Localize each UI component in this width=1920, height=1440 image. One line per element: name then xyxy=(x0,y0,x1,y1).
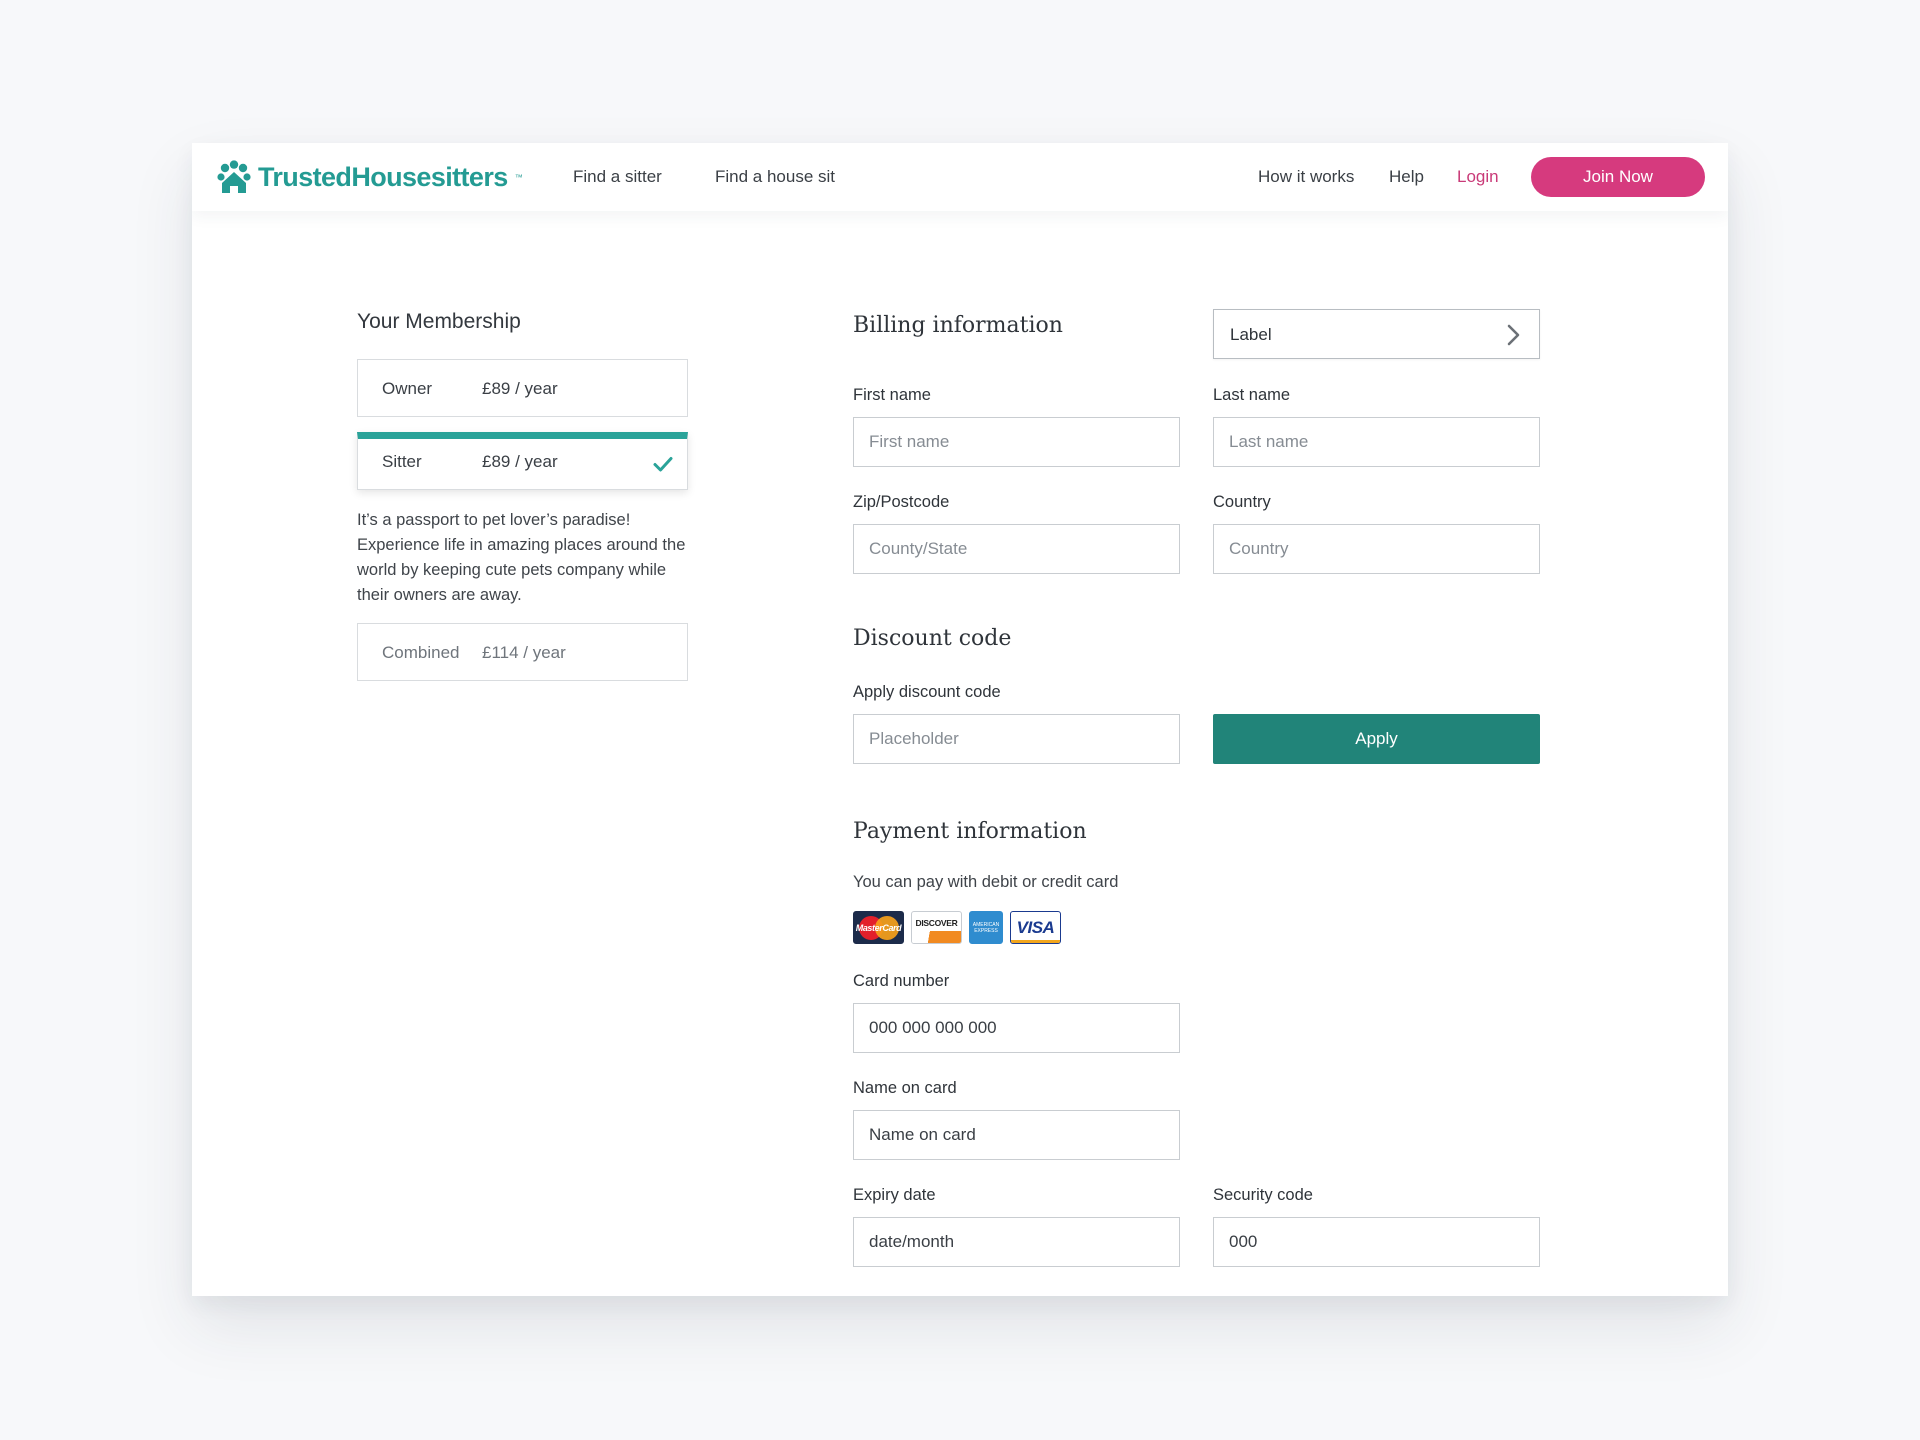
country-input[interactable] xyxy=(1213,524,1540,574)
page-frame: TrustedHousesitters ™ Find a sitter Find… xyxy=(192,143,1728,1296)
label-select-value: Label xyxy=(1230,325,1272,344)
plan-price: £89 / year xyxy=(482,379,558,398)
expiry-input[interactable] xyxy=(853,1217,1180,1267)
card-logos: MasterCard DISCOVER AMERICAN EXPRESS VIS… xyxy=(853,911,1061,944)
paw-house-icon xyxy=(217,160,251,193)
membership-title: Your Membership xyxy=(357,310,521,333)
card-number-input[interactable] xyxy=(853,1003,1180,1053)
security-code-label: Security code xyxy=(1213,1186,1313,1204)
nav-find-sitter[interactable]: Find a sitter xyxy=(573,167,662,187)
discover-icon: DISCOVER xyxy=(911,911,962,944)
visa-icon: VISA xyxy=(1010,911,1061,944)
check-icon xyxy=(653,457,673,472)
logo-trademark: ™ xyxy=(514,172,523,182)
logo[interactable]: TrustedHousesitters ™ xyxy=(216,157,523,197)
discover-text: DISCOVER xyxy=(915,918,958,928)
top-nav: TrustedHousesitters ™ Find a sitter Find… xyxy=(192,143,1728,211)
apply-button[interactable]: Apply xyxy=(1213,714,1540,764)
first-name-label: First name xyxy=(853,386,931,404)
join-now-button[interactable]: Join Now xyxy=(1531,157,1705,197)
plan-owner[interactable]: Owner £89 / year xyxy=(357,359,688,417)
name-on-card-input[interactable] xyxy=(853,1110,1180,1160)
plan-name: Combined xyxy=(382,643,460,662)
plan-sitter[interactable]: Sitter £89 / year xyxy=(357,432,688,490)
plan-description: It’s a passport to pet lover’s paradise!… xyxy=(357,511,686,604)
plan-combined[interactable]: Combined £114 / year xyxy=(357,623,688,681)
country-label: Country xyxy=(1213,493,1271,511)
zip-input[interactable] xyxy=(853,524,1180,574)
last-name-input[interactable] xyxy=(1213,417,1540,467)
card-number-label: Card number xyxy=(853,972,950,990)
mastercard-icon: MasterCard xyxy=(853,911,904,944)
visa-text: VISA xyxy=(1016,918,1055,937)
discount-input[interactable] xyxy=(853,714,1180,764)
billing-title: Billing information xyxy=(853,313,1063,338)
label-select[interactable]: Label xyxy=(1213,309,1540,359)
amex-text: AMERICAN EXPRESS xyxy=(972,922,1000,934)
plan-price: £114 / year xyxy=(482,643,566,662)
plan-name: Sitter xyxy=(382,452,422,471)
chevron-right-icon xyxy=(1507,324,1520,346)
discount-label: Apply discount code xyxy=(853,683,1001,701)
plan-name: Owner xyxy=(382,379,433,398)
zip-label: Zip/Postcode xyxy=(853,493,950,511)
last-name-label: Last name xyxy=(1213,386,1291,404)
nav-find-house-sit[interactable]: Find a house sit xyxy=(715,167,835,187)
logo-text: TrustedHousesitters xyxy=(258,161,508,192)
name-on-card-label: Name on card xyxy=(853,1079,957,1097)
expiry-label: Expiry date xyxy=(853,1186,936,1204)
plan-price: £89 / year xyxy=(482,452,558,471)
amex-icon: AMERICAN EXPRESS xyxy=(969,911,1003,944)
payment-note: You can pay with debit or credit card xyxy=(853,873,1119,891)
nav-how-it-works[interactable]: How it works xyxy=(1258,167,1354,187)
nav-help[interactable]: Help xyxy=(1389,167,1424,187)
mastercard-text: MasterCard xyxy=(855,923,902,933)
discount-title: Discount code xyxy=(853,626,1012,651)
payment-title: Payment information xyxy=(853,819,1087,844)
security-code-input[interactable] xyxy=(1213,1217,1540,1267)
first-name-input[interactable] xyxy=(853,417,1180,467)
nav-login[interactable]: Login xyxy=(1457,167,1499,187)
